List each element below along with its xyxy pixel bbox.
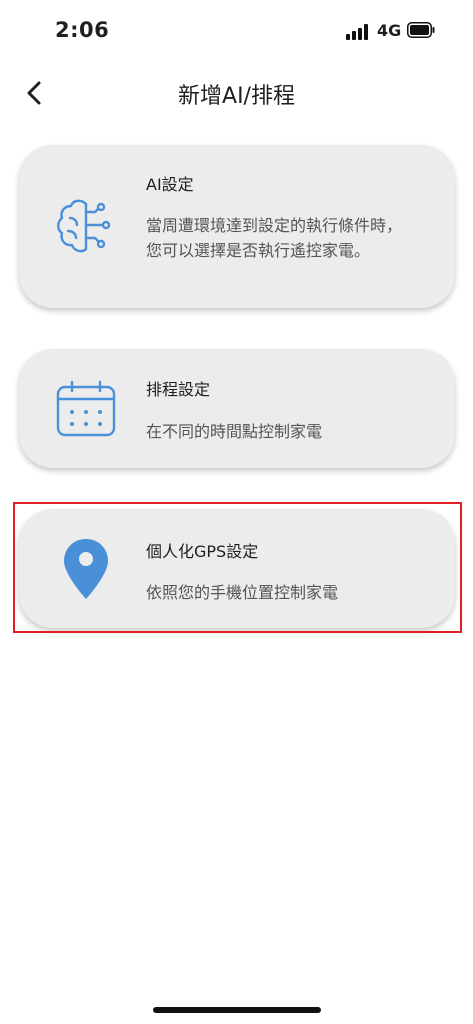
- ai-settings-desc-line1: 當周遭環境達到設定的執行條件時，: [146, 216, 403, 235]
- status-bar: 2:06 4G: [0, 0, 473, 64]
- home-indicator: [153, 1007, 321, 1013]
- status-time: 2:06: [55, 18, 110, 42]
- nav-bar: 新增AI/排程: [0, 64, 473, 120]
- schedule-settings-description: 在不同的時間點控制家電: [146, 422, 323, 441]
- gps-settings-description: 依照您的手機位置控制家電: [146, 583, 339, 602]
- gps-settings-card[interactable]: 個人化GPS設定 依照您的手機位置控制家電: [19, 509, 455, 628]
- page-title: 新增AI/排程: [178, 84, 295, 109]
- gps-settings-title: 個人化GPS設定: [146, 542, 259, 561]
- brain-icon: [57, 199, 111, 253]
- ai-settings-desc-line2: 您可以選擇是否執行遙控家電。: [146, 241, 371, 260]
- ai-settings-title: AI設定: [146, 175, 194, 194]
- battery-icon: [407, 22, 435, 38]
- ai-settings-description: 當周遭環境達到設定的執行條件時， 您可以選擇是否執行遙控家電。: [146, 213, 436, 263]
- schedule-settings-title: 排程設定: [146, 380, 211, 399]
- ai-settings-card[interactable]: AI設定 當周遭環境達到設定的執行條件時， 您可以選擇是否執行遙控家電。: [19, 145, 455, 308]
- network-type: 4G: [377, 21, 402, 40]
- location-pin-icon: [64, 539, 108, 599]
- schedule-settings-card[interactable]: 排程設定 在不同的時間點控制家電: [19, 349, 455, 468]
- signal-icon: [346, 24, 370, 40]
- calendar-icon: [56, 380, 116, 437]
